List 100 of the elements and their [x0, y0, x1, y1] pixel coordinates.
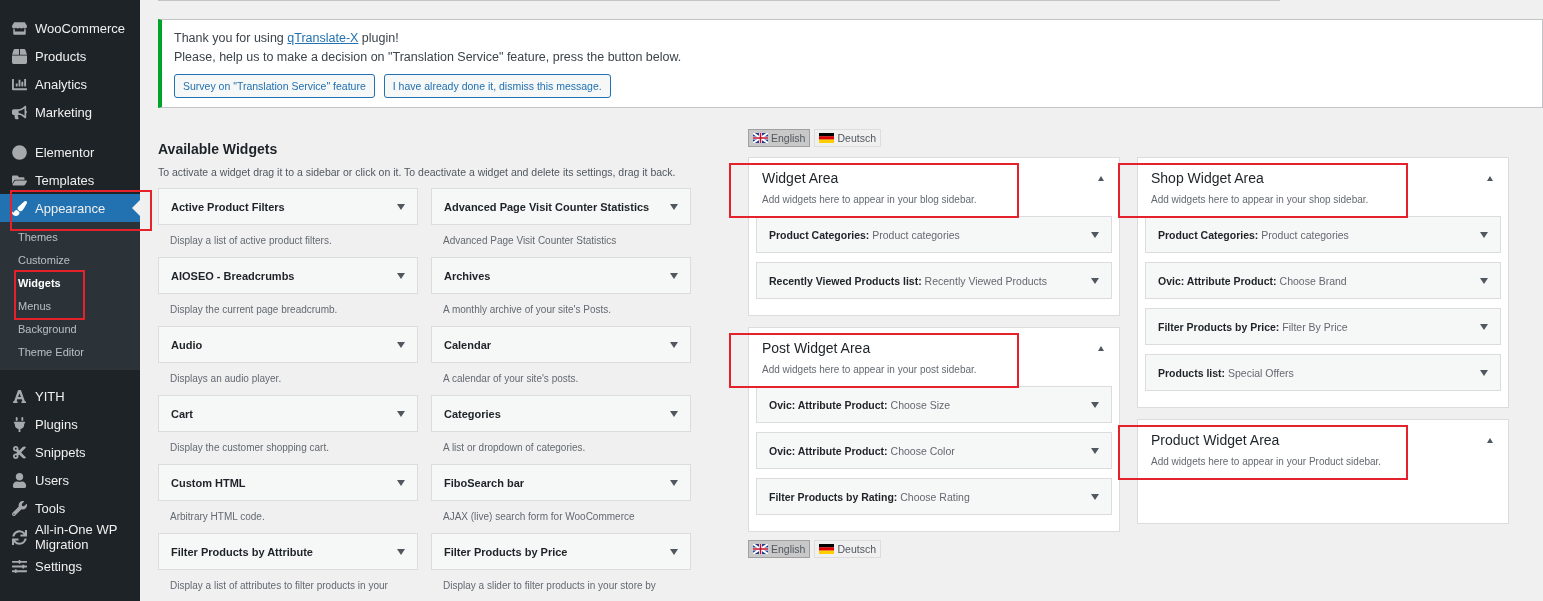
collapse-arrow-icon[interactable] [1487, 176, 1493, 181]
plug-icon [12, 416, 27, 432]
widget-item[interactable]: FiboSearch bar [431, 464, 691, 501]
collapse-arrow-icon[interactable] [1098, 176, 1104, 181]
dropdown-arrow-icon [397, 272, 405, 279]
dropdown-arrow-icon [1091, 277, 1099, 284]
dropdown-arrow-icon [397, 410, 405, 417]
submenu-item[interactable]: Widgets [0, 272, 140, 295]
sidebar-menu-item[interactable]: Appearance [0, 194, 140, 222]
dropdown-arrow-icon [670, 479, 678, 486]
circle-icon [12, 144, 27, 160]
dropdown-arrow-icon [670, 548, 678, 555]
submenu-item[interactable]: Themes [0, 226, 140, 249]
dropdown-arrow-icon [397, 479, 405, 486]
dropdown-arrow-icon [397, 203, 405, 210]
widget-description: A monthly archive of your site's Posts. [442, 303, 613, 317]
notice-button[interactable]: I have already done it, dismiss this message. [383, 74, 611, 98]
widget-item[interactable]: Categories [431, 395, 691, 432]
sidebar-menu-item[interactable]: Elementor [0, 138, 140, 166]
widget-area-title: Product Widget Area [1151, 432, 1281, 448]
sidebar-menu-item[interactable]: Analytics [0, 70, 140, 98]
widget-item[interactable]: Cart [158, 395, 418, 432]
widget-description: Display a list of active product filters. [169, 234, 333, 248]
sidebar-widget[interactable]: Product Categories: Product categories [1145, 216, 1501, 253]
widget-item[interactable]: Archives [431, 257, 691, 294]
language-tab[interactable]: English [748, 540, 811, 558]
widget-item[interactable]: Custom HTML [158, 464, 418, 501]
sliders-icon [12, 558, 27, 574]
sidebar-widget[interactable]: Recently Viewed Products list: Recently Viewed Products [756, 262, 1112, 299]
sidebar-menu-item[interactable]: Users [0, 466, 140, 494]
submenu-item[interactable]: Customize [0, 249, 140, 272]
scissors-icon [12, 444, 27, 460]
language-tab[interactable]: Deutsch [814, 540, 881, 558]
widget-description: A list or dropdown of categories. [442, 441, 587, 455]
widget-item[interactable]: Active Product Filters [158, 188, 418, 225]
widget-description: A calendar of your site's posts. [442, 372, 580, 386]
widget-area-title: Shop Widget Area [1151, 170, 1265, 186]
collapse-arrow-icon[interactable] [1487, 438, 1493, 443]
paintbrush-icon [12, 200, 27, 216]
sidebar-widget[interactable]: Ovic: Attribute Product: Choose Color [756, 432, 1112, 469]
store-icon [12, 20, 27, 36]
widget-description: Display the current page breadcrumb. [169, 303, 339, 317]
uk-flag-icon [753, 544, 768, 554]
widget-item[interactable]: AIOSEO - Breadcrumbs [158, 257, 418, 294]
submenu-item[interactable]: Menus [0, 295, 140, 318]
widget-item[interactable]: Filter Products by Price [431, 533, 691, 570]
widget-area-description: Add widgets here to appear in your shop sidebar. [1151, 194, 1369, 205]
widget-area-description: Add widgets here to appear in your blog sidebar. [762, 194, 977, 205]
dropdown-arrow-icon [670, 341, 678, 348]
sidebar-widget[interactable]: Ovic: Attribute Product: Choose Brand [1145, 262, 1501, 299]
german-flag-icon [819, 544, 835, 554]
bar-chart-icon [12, 76, 27, 92]
dropdown-arrow-icon [1480, 323, 1488, 330]
widget-description: Advanced Page Visit Counter Statistics [442, 234, 618, 248]
sidebar-menu-item[interactable]: WooCommerce [0, 14, 140, 42]
dropdown-arrow-icon [1091, 447, 1099, 454]
user-icon [12, 472, 27, 488]
uk-flag-icon [753, 133, 768, 143]
box-icon [12, 48, 27, 64]
sync-icon [12, 529, 27, 545]
sidebar-menu-item[interactable]: YITH [0, 382, 140, 410]
widget-area-description: Add widgets here to appear in your Product sidebar. [1151, 456, 1382, 467]
widget-item[interactable]: Advanced Page Visit Counter Statistics [431, 188, 691, 225]
sidebar-menu-item[interactable]: Plugins [0, 410, 140, 438]
sidebar-menu-item[interactable]: Marketing [0, 98, 140, 126]
dropdown-arrow-icon [1091, 493, 1099, 500]
widget-description: AJAX (live) search form for WooCommerce [442, 510, 636, 524]
notice-text: Thank you for using qTranslate-X plugin! [174, 30, 400, 47]
widget-description: Display a list of attributes to filter products in your [169, 579, 389, 593]
sidebar-menu-item[interactable]: Tools [0, 494, 140, 522]
submenu-item[interactable]: Theme Editor [0, 341, 140, 364]
sidebar-menu-item[interactable]: Snippets [0, 438, 140, 466]
sidebar-widget[interactable]: Filter Products by Rating: Choose Rating [756, 478, 1112, 515]
sidebar-widget[interactable]: Products list: Special Offers [1145, 354, 1501, 391]
submenu-item[interactable]: Background [0, 318, 140, 341]
language-tab[interactable]: Deutsch [814, 129, 881, 147]
sidebar-menu-item[interactable]: All-in-One WP Migration [0, 522, 140, 552]
sidebar-widget[interactable]: Filter Products by Price: Filter By Price [1145, 308, 1501, 345]
widget-description: Display the customer shopping cart. [169, 441, 330, 455]
collapse-arrow-icon[interactable] [1098, 346, 1104, 351]
sidebar-widget[interactable]: Product Categories: Product categories [756, 216, 1112, 253]
dropdown-arrow-icon [1091, 231, 1099, 238]
dropdown-arrow-icon [670, 272, 678, 279]
language-tab[interactable]: English [748, 129, 811, 147]
notice-button[interactable]: Survey on "Translation Service" feature [174, 74, 375, 98]
widget-item[interactable]: Filter Products by Attribute [158, 533, 418, 570]
widget-item[interactable]: Audio [158, 326, 418, 363]
sidebar-widget[interactable]: Ovic: Attribute Product: Choose Size [756, 386, 1112, 423]
plugin-link[interactable]: qTranslate-X [287, 31, 359, 45]
dropdown-arrow-icon [1480, 369, 1488, 376]
sidebar-menu-item[interactable]: Templates [0, 166, 140, 194]
widget-description: Displays an audio player. [169, 372, 283, 386]
widget-item[interactable]: Calendar [431, 326, 691, 363]
sidebar-menu-item[interactable]: Products [0, 42, 140, 70]
german-flag-icon [819, 133, 835, 143]
notice-text: Please, help us to make a decision on "Translation Service" feature, press the button below. [174, 49, 683, 66]
wrench-icon [12, 500, 27, 516]
section-description: To activate a widget drag it to a sidebar or click on it. To deactivate a widget and delete its settings, drag it back. [158, 166, 677, 178]
sidebar-menu-item[interactable]: Settings [0, 552, 140, 580]
dropdown-arrow-icon [397, 341, 405, 348]
